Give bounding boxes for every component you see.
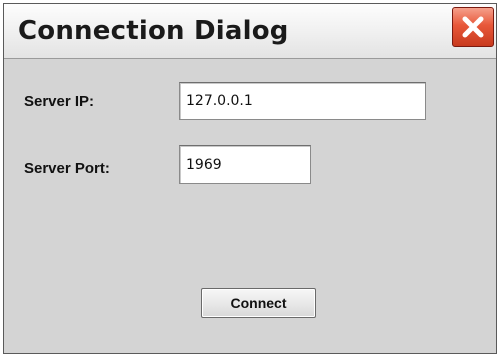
dialog-body: Server IP: Server Port: Connect [4, 60, 496, 354]
server-ip-label: Server IP: [24, 93, 95, 110]
connection-dialog: Connection Dialog Server IP: Server Port… [3, 3, 497, 354]
connect-button[interactable]: Connect [201, 288, 316, 318]
server-port-label: Server Port: [24, 160, 110, 177]
dialog-title: Connection Dialog [18, 16, 289, 46]
title-bar[interactable]: Connection Dialog [4, 4, 496, 59]
server-ip-input[interactable] [179, 82, 426, 120]
close-icon [462, 16, 484, 38]
close-button[interactable] [452, 7, 494, 47]
server-port-input[interactable] [179, 145, 311, 184]
